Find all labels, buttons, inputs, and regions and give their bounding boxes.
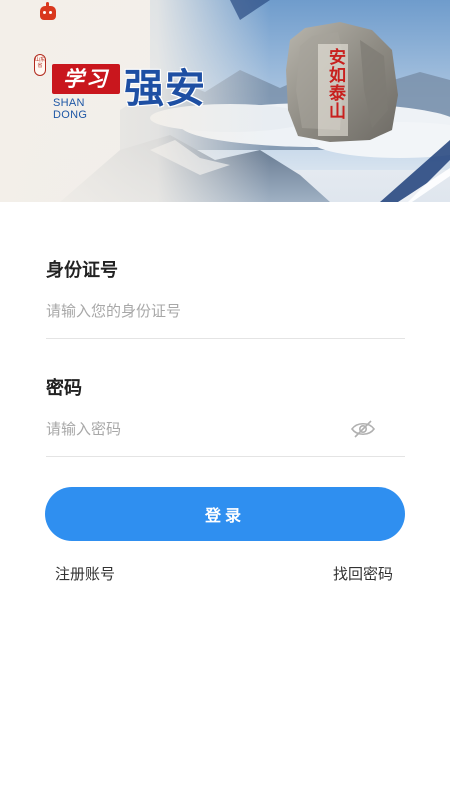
id-number-input[interactable]: [46, 297, 346, 325]
province-seal: 山东省: [34, 54, 46, 76]
id-number-divider: [46, 338, 405, 339]
banner-title: 强安: [124, 66, 206, 112]
login-button[interactable]: 登录: [45, 487, 405, 541]
register-link[interactable]: 注册账号: [55, 563, 115, 584]
eye-hidden-icon[interactable]: [350, 418, 376, 440]
stone-inscription: 安如泰山: [325, 48, 345, 120]
password-label: 密码: [46, 378, 82, 399]
id-number-label: 身份证号: [46, 260, 118, 281]
xuexi-logo: 学习: [52, 64, 120, 94]
forgot-password-link[interactable]: 找回密码: [333, 563, 393, 584]
password-input[interactable]: [46, 415, 346, 443]
logo-subtitle: SHAN DONG: [53, 97, 88, 121]
password-divider: [46, 456, 405, 457]
app-notification-icon: [40, 2, 56, 20]
header-banner: 山东省 学习 SHAN DONG 强安 安如泰山: [0, 0, 450, 202]
